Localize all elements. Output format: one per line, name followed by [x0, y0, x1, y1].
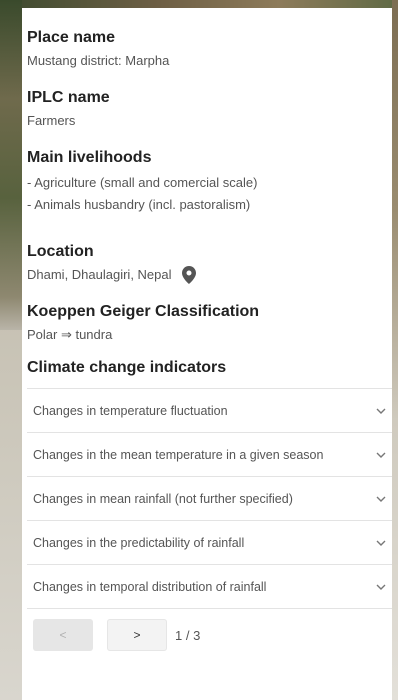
location-label: Location [27, 243, 94, 260]
chevron-down-icon [376, 452, 386, 458]
accordion-item[interactable]: Changes in the predictability of rainfal… [27, 521, 392, 565]
iplc-value: Farmers [27, 113, 76, 128]
chevron-down-icon [376, 540, 386, 546]
livelihoods-section: Main livelihoods - Agriculture (small an… [27, 148, 392, 216]
climate-accordion: Changes in temperature fluctuation Chang… [27, 388, 392, 609]
accordion-item-label: Changes in the mean temperature in a giv… [33, 447, 324, 462]
chevron-down-icon [376, 584, 386, 590]
livelihoods-label: Main livelihoods [27, 149, 152, 166]
pagination: < > 1 / 3 [27, 619, 392, 651]
map-strip-top [0, 0, 398, 8]
iplc-label: IPLC name [27, 89, 110, 106]
place-section: Place name Mustang district: Marpha [27, 28, 392, 70]
place-label: Place name [27, 29, 116, 46]
accordion-item-label: Changes in temperature fluctuation [33, 403, 228, 418]
place-value: Mustang district: Marpha [27, 53, 170, 68]
koeppen-value: Polar ⇒ tundra [27, 327, 113, 342]
page-indicator: 1 / 3 [175, 627, 201, 643]
map-strip-left [0, 0, 22, 330]
accordion-item[interactable]: Changes in temporal distribution of rain… [27, 565, 392, 609]
map-strip-right [392, 0, 398, 700]
map-pin-icon[interactable] [181, 266, 196, 284]
iplc-section: IPLC name Farmers [27, 88, 392, 130]
chevron-down-icon [376, 408, 386, 414]
chevron-down-icon [376, 496, 386, 502]
next-page-button[interactable]: > [107, 619, 167, 651]
info-panel: Place name Mustang district: Marpha IPLC… [22, 8, 392, 700]
location-value: Dhami, Dhaulagiri, Nepal [27, 267, 172, 282]
accordion-item[interactable]: Changes in mean rainfall (not further sp… [27, 477, 392, 521]
accordion-item-label: Changes in temporal distribution of rain… [33, 579, 267, 594]
accordion-item-label: Changes in mean rainfall (not further sp… [33, 491, 293, 506]
livelihood-item: - Animals husbandry (incl. pastoralism) [27, 197, 251, 212]
accordion-item[interactable]: Changes in temperature fluctuation [27, 389, 392, 433]
climate-label: Climate change indicators [27, 359, 227, 376]
koeppen-section: Koeppen Geiger Classification Polar ⇒ tu… [27, 302, 392, 344]
accordion-item-label: Changes in the predictability of rainfal… [33, 535, 245, 550]
location-row: Dhami, Dhaulagiri, Nepal [27, 266, 392, 284]
location-section: Location Dhami, Dhaulagiri, Nepal [27, 242, 392, 284]
koeppen-label: Koeppen Geiger Classification [27, 303, 260, 320]
climate-section: Climate change indicators Changes in tem… [27, 358, 392, 609]
accordion-item[interactable]: Changes in the mean temperature in a giv… [27, 433, 392, 477]
previous-page-button[interactable]: < [33, 619, 93, 651]
livelihood-item: - Agriculture (small and comercial scale… [27, 175, 258, 190]
